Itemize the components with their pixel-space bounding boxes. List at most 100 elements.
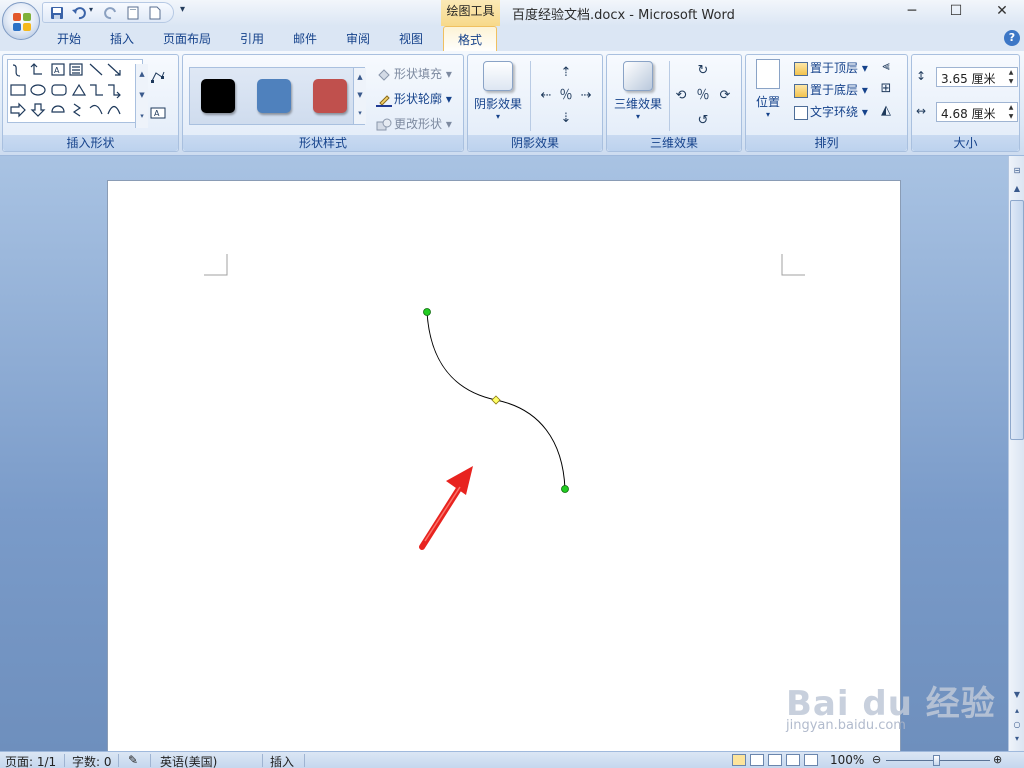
height-spinner[interactable]: ▲ ▼ xyxy=(1005,68,1017,86)
language-indicator[interactable]: 英语(美国) xyxy=(160,753,217,768)
draft-view-icon[interactable] xyxy=(804,754,818,766)
tab-page-layout[interactable]: 页面布局 xyxy=(163,30,211,47)
scroll-down-button[interactable]: ▼ xyxy=(1010,688,1024,702)
scroll-down-icon[interactable]: ▼ xyxy=(136,85,148,106)
ribbon-tabs: 开始 插入 页面布局 引用 邮件 审阅 视图 格式 ? xyxy=(0,26,1024,52)
outline-view-icon[interactable] xyxy=(786,754,800,766)
separator xyxy=(64,754,65,767)
office-logo-icon xyxy=(13,13,31,31)
tab-mailings[interactable]: 邮件 xyxy=(293,30,317,47)
scroll-down-icon[interactable]: ▼ xyxy=(354,86,366,104)
tab-format[interactable]: 格式 xyxy=(443,26,498,52)
print-layout-view-icon[interactable] xyxy=(732,754,746,766)
tilt-left-icon[interactable]: ⟲ xyxy=(673,88,689,104)
zoom-out-icon[interactable]: ⊖ xyxy=(872,753,881,766)
shapes-gallery: A ▲ ▼ ▾ xyxy=(7,59,148,128)
vertical-scrollbar[interactable]: ⊟ ▲ ▼ ▴ ○ ▾ xyxy=(1008,156,1024,751)
scroll-up-icon[interactable]: ▲ xyxy=(136,64,148,85)
print-preview-icon[interactable] xyxy=(125,5,141,21)
shape-outline-button[interactable]: 形状轮廓 ▾ xyxy=(376,90,452,107)
curve-adjust-handle[interactable] xyxy=(491,395,501,405)
office-button[interactable] xyxy=(2,2,40,40)
svg-text:A: A xyxy=(54,66,60,75)
3d-toggle-icon[interactable]: ％ xyxy=(695,88,711,104)
zoom-level[interactable]: 100% xyxy=(830,753,864,767)
rotate-icon[interactable]: ◭ xyxy=(878,103,894,119)
word-count[interactable]: 字数: 0 xyxy=(72,753,112,768)
group-insert-shapes: A ▲ ▼ ▾ A 插入形状 xyxy=(2,54,179,152)
new-document-icon[interactable] xyxy=(147,5,163,21)
tab-references[interactable]: 引用 xyxy=(240,30,264,47)
nudge-shadow-up-icon[interactable]: ⇡ xyxy=(558,65,574,81)
proofing-icon[interactable]: ✎ xyxy=(128,753,138,767)
scroll-thumb[interactable] xyxy=(1010,200,1024,440)
shadow-effects-button[interactable]: 阴影效果 ▾ xyxy=(472,61,524,121)
tilt-right-icon[interactable]: ⟳ xyxy=(717,88,733,104)
tilt-down-icon[interactable]: ↺ xyxy=(695,113,711,129)
group-label-insert-shapes: 插入形状 xyxy=(3,135,178,151)
undo-icon[interactable] xyxy=(71,5,87,21)
curve-end-handle[interactable] xyxy=(561,485,569,493)
group-objects-icon[interactable]: ⊞ xyxy=(878,81,894,97)
zoom-in-icon[interactable]: ⊕ xyxy=(993,753,1002,766)
shadow-toggle-icon[interactable]: ％ xyxy=(558,88,574,104)
curve-start-handle[interactable] xyxy=(423,308,431,316)
shape-fill-button[interactable]: 形状填充 ▾ xyxy=(376,65,452,82)
3d-effects-button[interactable]: 三维效果 ▾ xyxy=(611,61,665,121)
next-page-button[interactable]: ▾ xyxy=(1010,732,1024,746)
document-page[interactable] xyxy=(107,180,901,760)
style-swatch-black[interactable] xyxy=(201,79,235,113)
style-gallery-scroll[interactable]: ▲ ▼ ▾ xyxy=(353,68,366,124)
more-icon[interactable]: ▾ xyxy=(354,104,366,122)
tab-insert[interactable]: 插入 xyxy=(110,30,134,47)
scroll-up-icon[interactable]: ▲ xyxy=(354,68,366,86)
change-shape-button[interactable]: 更改形状 ▾ xyxy=(376,115,452,132)
position-button[interactable]: 位置 ▾ xyxy=(750,59,786,119)
shape-height-icon: ↕ xyxy=(916,69,927,83)
zoom-slider-thumb[interactable] xyxy=(933,755,940,766)
nudge-shadow-right-icon[interactable]: ⇢ xyxy=(578,88,594,104)
style-swatch-red[interactable] xyxy=(313,79,347,113)
tab-view[interactable]: 视图 xyxy=(399,30,423,47)
scroll-up-button[interactable]: ▲ xyxy=(1010,182,1024,196)
text-box-icon[interactable]: A xyxy=(150,105,166,121)
more-icon[interactable]: ▾ xyxy=(136,106,148,127)
customize-qat-icon[interactable]: ▾ xyxy=(180,4,185,15)
shape-height-input[interactable]: 3.65 厘米 ▲ ▼ xyxy=(936,67,1018,87)
edit-points-icon[interactable] xyxy=(150,69,166,85)
help-icon[interactable]: ? xyxy=(1004,30,1020,46)
shape-gallery-icons[interactable]: A xyxy=(8,60,134,122)
send-to-back-button[interactable]: 置于底层 ▾ xyxy=(794,81,868,98)
watermark-url: jingyan.baidu.com xyxy=(786,718,906,733)
redo-icon[interactable] xyxy=(103,5,119,21)
group-3d-effects: 三维效果 ▾ ↻ ⟲ ％ ⟳ ↺ 三维效果 xyxy=(606,54,742,152)
title-bar: ▾ ▾ 绘图工具 百度经验文档.docx - Microsoft Word ─ … xyxy=(0,0,1024,26)
shape-width-input[interactable]: 4.68 厘米 ▲ ▼ xyxy=(936,102,1018,122)
ruler-toggle-icon[interactable]: ⊟ xyxy=(1010,164,1024,178)
width-spinner[interactable]: ▲ ▼ xyxy=(1005,103,1017,121)
maximize-button[interactable]: ☐ xyxy=(936,2,976,22)
browse-object-button[interactable]: ○ xyxy=(1010,718,1024,732)
save-icon[interactable] xyxy=(49,5,65,21)
insert-mode-indicator[interactable]: 插入 xyxy=(270,753,294,768)
align-icon[interactable]: ⫷ xyxy=(878,59,894,75)
full-screen-reading-icon[interactable] xyxy=(750,754,764,766)
bring-to-front-button[interactable]: 置于顶层 ▾ xyxy=(794,59,868,76)
page-count[interactable]: 页面: 1/1 xyxy=(5,753,56,768)
web-layout-icon[interactable] xyxy=(768,754,782,766)
nudge-shadow-left-icon[interactable]: ⇠ xyxy=(538,88,554,104)
tab-home[interactable]: 开始 xyxy=(57,30,81,47)
previous-page-button[interactable]: ▴ xyxy=(1010,704,1024,718)
text-wrapping-button[interactable]: 文字环绕 ▾ xyxy=(794,103,868,120)
shapes-gallery-scroll[interactable]: ▲ ▼ ▾ xyxy=(135,64,148,128)
tilt-up-icon[interactable]: ↻ xyxy=(695,63,711,79)
group-label-shadow-effects: 阴影效果 xyxy=(468,135,602,151)
minimize-button[interactable]: ─ xyxy=(892,2,932,22)
quick-access-toolbar: ▾ xyxy=(42,2,174,23)
nudge-shadow-down-icon[interactable]: ⇣ xyxy=(558,111,574,127)
ribbon: A ▲ ▼ ▾ A 插入形状 ▲ ▼ ▾ 形状填充 ▾ 形状轮廓 ▾ 更改形状 … xyxy=(0,51,1024,156)
status-bar: 页面: 1/1 字数: 0 ✎ 英语(美国) 插入 100% ⊖ ⊕ xyxy=(0,751,1024,768)
style-swatch-blue[interactable] xyxy=(257,79,291,113)
close-button[interactable]: ✕ xyxy=(982,2,1022,22)
tab-review[interactable]: 审阅 xyxy=(346,30,370,47)
